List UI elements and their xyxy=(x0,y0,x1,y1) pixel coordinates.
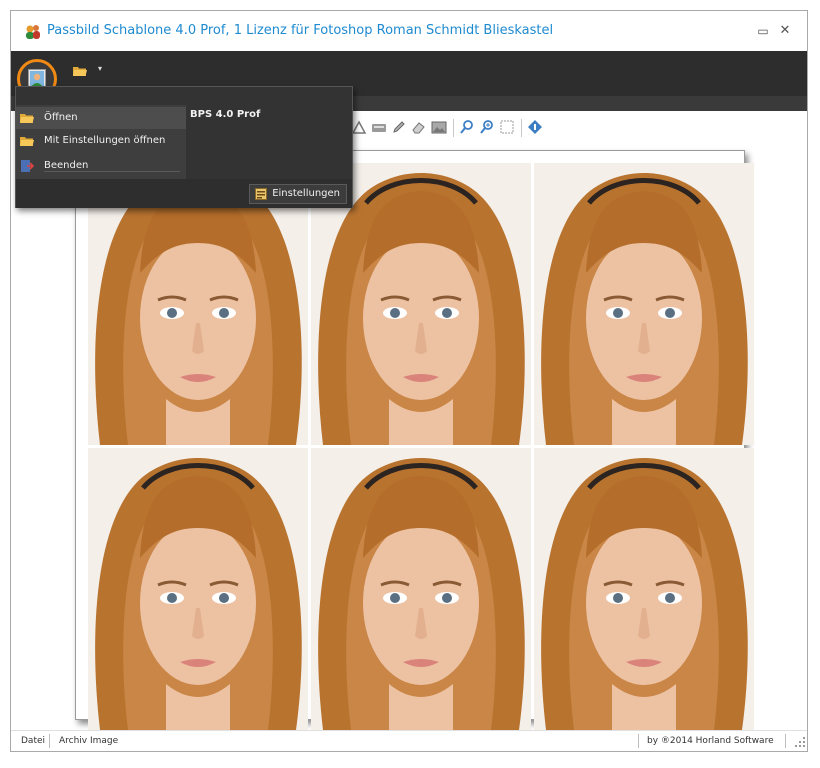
settings-icon xyxy=(255,188,268,207)
zoom-out-icon[interactable] xyxy=(459,119,475,135)
passport-photo[interactable] xyxy=(534,448,754,730)
toolbar-separator xyxy=(521,119,522,137)
image-icon[interactable] xyxy=(431,119,447,135)
chevron-down-icon[interactable]: ▾ xyxy=(98,64,102,73)
minimize-button[interactable]: ▭ xyxy=(755,23,771,39)
passport-photo[interactable] xyxy=(88,448,308,730)
people-icon xyxy=(24,23,42,41)
diamond-info-icon[interactable] xyxy=(527,119,543,135)
eraser-icon[interactable] xyxy=(411,119,427,135)
close-button[interactable]: ✕ xyxy=(777,23,793,39)
status-bar: Datei Archiv Image by ®2014 Horland Soft… xyxy=(11,730,807,751)
menu-item-mit-einstellungen-oeffnen[interactable]: Mit Einstellungen öffnen xyxy=(16,130,186,152)
status-divider xyxy=(785,734,786,748)
menu-item-label: Beenden xyxy=(44,160,89,171)
menu-item-oeffnen[interactable]: Öffnen xyxy=(16,107,186,129)
status-divider xyxy=(49,734,50,748)
status-archiv-image: Archiv Image xyxy=(59,736,119,746)
passport-photo[interactable] xyxy=(534,163,754,445)
zoom-in-icon[interactable] xyxy=(479,119,495,135)
resize-grip-icon[interactable] xyxy=(795,737,805,750)
menu-heading: BPS 4.0 Prof xyxy=(190,109,261,120)
folder-icon[interactable] xyxy=(73,62,87,81)
app-menu-footer: Einstellungen xyxy=(16,179,352,208)
passport-photo-sheet[interactable] xyxy=(75,150,754,730)
einstellungen-button[interactable]: Einstellungen xyxy=(249,184,347,204)
triangle-icon[interactable] xyxy=(351,119,367,135)
status-copyright: by ®2014 Horland Software xyxy=(647,736,774,746)
passport-photo[interactable] xyxy=(311,448,531,730)
scanner-icon[interactable] xyxy=(371,119,387,135)
window-title: Passbild Schablone 4.0 Prof, 1 Lizenz fü… xyxy=(47,23,554,38)
status-datei: Datei xyxy=(21,736,46,746)
status-divider xyxy=(638,734,639,748)
folder-open-icon xyxy=(20,134,34,156)
toolbar-separator xyxy=(453,119,454,137)
menu-item-label: Mit Einstellungen öffnen xyxy=(44,135,166,146)
pen-icon[interactable] xyxy=(391,119,407,135)
einstellungen-label: Einstellungen xyxy=(272,188,340,199)
app-menu-items: Öffnen Mit Einstellungen öffnen Beenden xyxy=(16,105,186,179)
title-bar[interactable]: Passbild Schablone 4.0 Prof, 1 Lizenz fü… xyxy=(11,11,807,51)
fit-icon[interactable] xyxy=(499,119,515,135)
menu-item-label: Öffnen xyxy=(44,112,78,123)
app-menu-dropdown: Öffnen Mit Einstellungen öffnen Beenden … xyxy=(15,86,353,208)
menu-item-beenden[interactable]: Beenden xyxy=(16,155,186,177)
